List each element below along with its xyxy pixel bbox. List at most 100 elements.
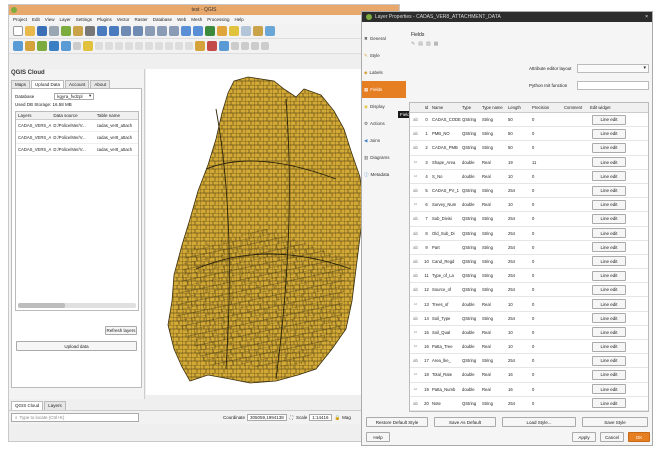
new-project-icon[interactable] (13, 26, 23, 36)
edit-widget-button[interactable]: Line edit (592, 256, 626, 267)
add-spatialite-icon[interactable] (61, 41, 71, 51)
pan-icon[interactable] (73, 26, 83, 36)
edit-widget-button[interactable]: Line edit (592, 270, 626, 281)
field-row[interactable]: ab 10 Cand_Regd QString String 254 0 Line edit (410, 255, 648, 270)
add-feature-icon[interactable] (105, 42, 113, 50)
field-calculator-icon[interactable]: ▦ (434, 41, 439, 47)
cancel-button[interactable]: Cancel (600, 432, 624, 442)
nav-labels[interactable]: ◆ Labels (362, 64, 406, 81)
attr-editor-select[interactable]: ▾ (577, 64, 649, 73)
field-row[interactable]: ¹² 15 Soil_Qual double Real 10 0 Line edit (410, 326, 648, 340)
col-edit-widget[interactable]: Edit widget (590, 105, 628, 110)
database-select[interactable]: kgyra_fvdzpl ▾ (54, 92, 95, 100)
field-row[interactable]: ab 12 Source_of QString String 254 0 Line edit (410, 283, 648, 298)
menu-processing[interactable]: Processing (207, 17, 229, 22)
extent-toggle-icon[interactable]: ⛶ (290, 415, 293, 420)
edit-widget-button[interactable]: Line edit (592, 313, 626, 324)
menu-project[interactable]: Project (13, 17, 27, 22)
delete-field-icon[interactable]: ▧ (426, 41, 431, 47)
nav-joins[interactable]: ◀ Joins (362, 132, 406, 149)
nav-diagrams[interactable]: ▥ Diagrams (362, 149, 406, 166)
edit-widget-button[interactable]: Line edit (592, 142, 626, 153)
edit-widget-button[interactable]: Line edit (592, 128, 626, 139)
zoom-layer-icon[interactable] (133, 26, 143, 36)
field-row[interactable]: ab 20 Note QString String 254 0 Line edit (410, 397, 648, 411)
edit-widget-button[interactable]: Line edit (592, 171, 626, 182)
edit-widget-button[interactable]: Line edit (592, 157, 626, 168)
field-row[interactable]: ab 2 CADAS_PMB QString String 50 0 Line edit (410, 141, 648, 156)
menu-plugins[interactable]: Plugins (97, 17, 112, 22)
load-style-button[interactable]: Load Style... (502, 417, 576, 427)
col-comment[interactable]: Comment (564, 105, 590, 110)
field-row[interactable]: ¹² 19 Patta_Numb double Real 16 0 Line edit (410, 383, 648, 397)
coordinate-field[interactable]: 305059,1994138 (247, 414, 287, 421)
pan-to-selection-icon[interactable] (85, 26, 95, 36)
table-row[interactable]: CADAS_VERS_A... D:/Police/Mer/V... cadas… (16, 132, 138, 144)
field-row[interactable]: ab 9 Part QString String 254 0 Line edit (410, 241, 648, 255)
table-row[interactable]: CADAS_VERS_A... D:/Police/Mer/V... cadas… (16, 144, 138, 156)
zoom-in-icon[interactable] (97, 26, 107, 36)
show-hide-label-icon[interactable] (231, 42, 239, 50)
field-calculator-icon[interactable] (253, 26, 263, 36)
identify-icon[interactable] (217, 26, 227, 36)
select-features-icon[interactable] (229, 26, 239, 36)
data-source-manager-icon[interactable] (13, 41, 23, 51)
field-row[interactable]: ab 0 CADAS_CODE QString String 50 0 Line edit (410, 113, 648, 128)
scrollbar-thumb[interactable] (18, 303, 66, 308)
nav-fields[interactable]: ▦ Fields (362, 81, 406, 98)
tab-maps[interactable]: Maps (11, 80, 31, 88)
zoom-last-icon[interactable] (157, 26, 167, 36)
undo-icon[interactable] (175, 42, 183, 50)
menu-view[interactable]: View (45, 17, 55, 22)
label-tool-icon[interactable] (195, 41, 205, 51)
save-as-default-button[interactable]: Save As Default (434, 417, 496, 427)
edit-pencil-icon[interactable] (83, 41, 93, 51)
layout-manager-icon[interactable] (61, 26, 71, 36)
nav-metadata[interactable]: ⓘ Metadata (362, 166, 406, 183)
pin-label-icon[interactable] (207, 41, 217, 51)
save-style-button[interactable]: Save Style (582, 417, 648, 427)
menu-raster[interactable]: Raster (135, 17, 148, 22)
menu-settings[interactable]: Settings (76, 17, 92, 22)
menu-vector[interactable]: Vector (117, 17, 130, 22)
col-layers[interactable]: Layers (16, 112, 51, 119)
edit-widget-button[interactable]: Line edit (592, 199, 626, 210)
vertex-tool-icon[interactable] (125, 42, 133, 50)
edit-widget-button[interactable]: Line edit (592, 284, 626, 295)
menu-edit[interactable]: Edit (32, 17, 40, 22)
upload-data-button[interactable]: Upload data (16, 341, 137, 351)
table-row[interactable]: CADAS_VERS_A... D:/Police/Mer/V... cadas… (16, 120, 138, 132)
highlight-label-icon[interactable] (219, 41, 229, 51)
edit-widget-button[interactable]: Line edit (592, 341, 626, 352)
edit-widget-button[interactable]: Line edit (592, 384, 626, 395)
field-row[interactable]: ab 11 Type_of_La QString String 254 0 Line edit (410, 269, 648, 284)
new-field-icon[interactable]: ▤ (418, 41, 423, 47)
scale-field[interactable]: 1:14416 (309, 414, 332, 421)
edit-widget-button[interactable]: Line edit (592, 114, 626, 125)
col-data-source[interactable]: Data source (51, 112, 94, 119)
edit-widget-button[interactable]: Line edit (592, 242, 626, 253)
redo-icon[interactable] (185, 42, 193, 50)
move-feature-icon[interactable] (115, 42, 123, 50)
edit-widget-button[interactable]: Line edit (592, 299, 626, 310)
close-icon[interactable]: × (645, 14, 648, 20)
add-postgis-icon[interactable] (49, 41, 59, 51)
zoom-out-icon[interactable] (109, 26, 119, 36)
rotate-label-icon[interactable] (251, 42, 259, 50)
field-row[interactable]: ab 17 Area_lke_ QString String 254 0 Line edit (410, 354, 648, 369)
add-raster-layer-icon[interactable] (37, 41, 47, 51)
tab-account[interactable]: Account (65, 80, 90, 88)
move-label-icon[interactable] (241, 42, 249, 50)
lock-icon[interactable]: 🔒 (335, 415, 341, 421)
zoom-full-icon[interactable] (121, 26, 131, 36)
tab-about[interactable]: About (90, 80, 111, 88)
paste-features-icon[interactable] (165, 42, 173, 50)
edit-widget-button[interactable]: Line edit (592, 185, 626, 196)
add-vector-layer-icon[interactable] (25, 41, 35, 51)
horizontal-scrollbar[interactable] (18, 303, 136, 308)
refresh-layers-button[interactable]: Refresh layers (105, 326, 137, 335)
field-row[interactable]: ab 14 Soil_Type QString String 254 0 Line edit (410, 312, 648, 326)
edit-widget-button[interactable]: Line edit (592, 369, 626, 380)
col-id[interactable]: Id (421, 105, 432, 110)
locator-search-input[interactable]: ⌕ Type to locate (Ctrl+K) (11, 413, 139, 422)
